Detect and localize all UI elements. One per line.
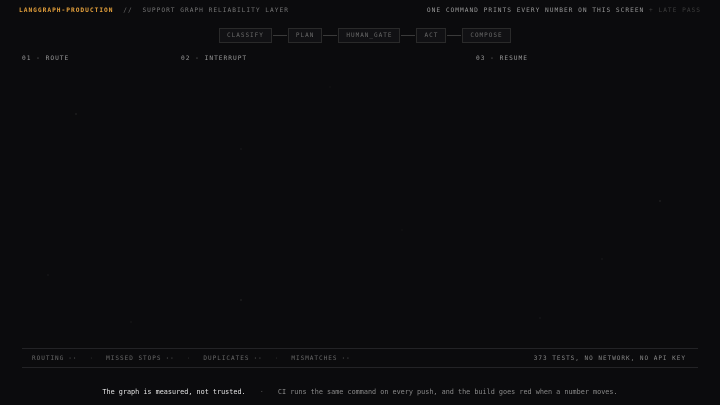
metric-value: ·· [68,354,78,362]
footer-separator: · [259,388,264,396]
metrics-list: ROUTING ·· · MISSED STOPS ·· · DUPLICATES ·… [22,355,351,362]
title-separator: // [123,6,133,14]
metric-separator: · [274,354,280,362]
title-group: LANGGRAPH-PRODUCTION // SUPPORT GRAPH RE… [19,7,289,14]
metric-mismatches: MISMATCHES ·· [291,355,350,362]
test-summary: 373 TESTS, NO NETWORK, NO API KEY [533,354,686,362]
metric-separator: · [89,354,95,362]
metric-routing: ROUTING ·· [32,355,78,362]
section-interrupt-label: 02 · INTERRUPT [181,55,248,62]
metric-label: DUPLICATES [203,354,250,362]
brand-title: LANGGRAPH-PRODUCTION [19,6,114,14]
metric-duplicates: DUPLICATES ·· [203,355,262,362]
node-human-gate: HUMAN_GATE [338,27,401,43]
metric-missed-stops: MISSED STOPS ·· [106,355,175,362]
footer-note: CI runs the same command on every push, … [277,388,618,396]
edge-connector [272,34,287,36]
footer-headline: The graph is measured, not trusted. [102,388,246,396]
starfield-background [47,86,661,323]
metric-label: MISSED STOPS [106,354,162,362]
metric-label: MISMATCHES [291,354,338,362]
edge-connector [447,34,462,36]
tagline: ONE COMMAND PRINTS EVERY NUMBER ON THIS … [426,6,645,14]
metric-value: ·· [341,354,351,362]
edge-connector [401,34,416,36]
top-bar: LANGGRAPH-PRODUCTION // SUPPORT GRAPH RE… [19,5,701,15]
graph-pipeline: CLASSIFY PLAN HUMAN_GATE ACT COMPOSE [219,27,511,43]
node-classify: CLASSIFY [219,27,272,43]
node-plan: PLAN [287,27,323,43]
tagline-extra: + LATE PASS [649,6,701,14]
edge-connector [323,34,338,36]
metric-value: ·· [165,354,175,362]
page-subtitle: SUPPORT GRAPH RELIABILITY LAYER [142,6,289,14]
metric-value: ·· [253,354,263,362]
node-act: ACT [416,27,447,43]
section-resume-label: 03 · RESUME [476,55,528,62]
tagline-group: ONE COMMAND PRINTS EVERY NUMBER ON THIS … [427,7,701,14]
metric-separator: · [186,354,192,362]
section-route-label: 01 · ROUTE [22,55,70,62]
node-compose: COMPOSE [462,27,511,43]
metrics-panel: ROUTING ·· · MISSED STOPS ·· · DUPLICATES ·… [22,348,698,368]
metric-label: ROUTING [32,354,65,362]
footer-caption: The graph is measured, not trusted. · CI… [0,388,720,396]
